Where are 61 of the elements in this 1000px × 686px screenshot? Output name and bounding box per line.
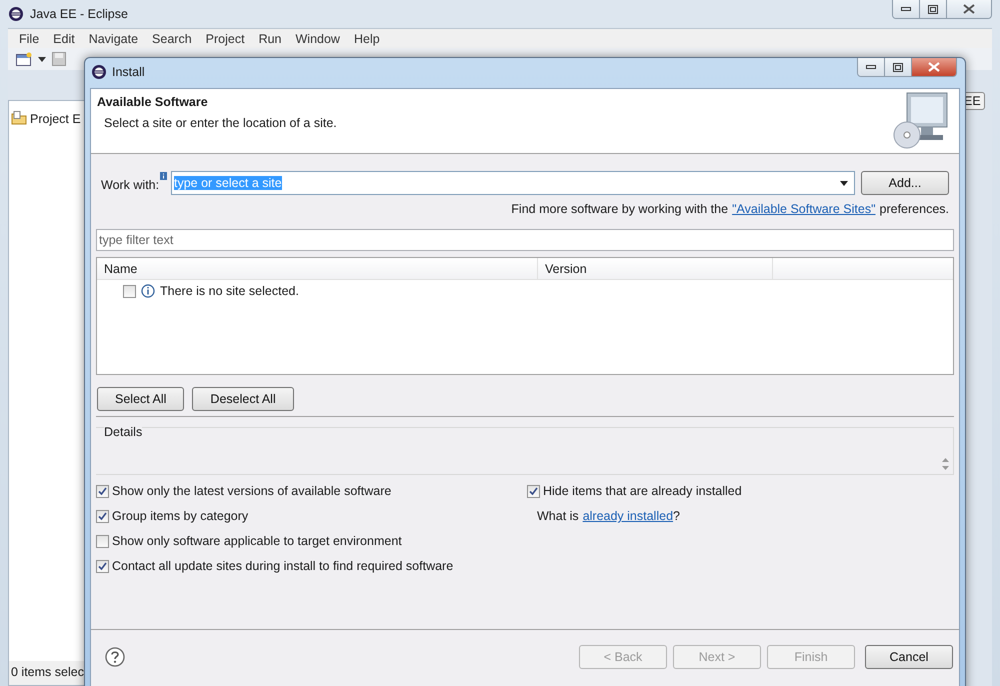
- question-mark: ?: [673, 509, 680, 523]
- info-icon: [160, 172, 168, 180]
- maximize-button[interactable]: [919, 0, 946, 18]
- checkbox-label: Show only software applicable to target environment: [112, 534, 402, 548]
- column-header[interactable]: Name: [97, 258, 538, 279]
- hint-text: Find more software by working with the: [511, 202, 728, 216]
- filter-field[interactable]: type filter text: [96, 229, 954, 251]
- checkbox-label: Contact all update sites during install to find required software: [112, 559, 454, 573]
- minimize-button[interactable]: [858, 58, 884, 76]
- dialog-subtitle: Select a site or enter the location of a site.: [103, 116, 338, 130]
- menu-item[interactable]: Search: [145, 32, 199, 46]
- hint-text: preferences.: [880, 202, 949, 216]
- info-icon: [141, 284, 155, 298]
- maximize-icon: [893, 62, 903, 72]
- field-value: type or select a site: [174, 176, 282, 190]
- select-button[interactable]: Deselect All: [192, 387, 294, 411]
- wizard-button[interactable]: Cancel: [865, 644, 953, 668]
- checkbox-label: Group items by category: [112, 509, 248, 523]
- field-label: Work with:: [101, 178, 160, 192]
- new-window-icon[interactable]: [16, 52, 32, 66]
- checkbox[interactable]: [527, 484, 540, 498]
- maximize-icon: [928, 4, 938, 14]
- close-icon: [963, 4, 975, 14]
- close-icon: [928, 62, 940, 72]
- eclipse-icon: [91, 64, 107, 80]
- checkbox[interactable]: [96, 484, 109, 498]
- installed-link[interactable]: already installed: [582, 509, 674, 523]
- menu-item[interactable]: Navigate: [82, 32, 146, 46]
- close-button[interactable]: [911, 58, 956, 76]
- minimize-button[interactable]: [893, 0, 919, 18]
- help-icon[interactable]: [105, 646, 125, 666]
- eclipse-icon: [8, 6, 24, 22]
- preferences-link[interactable]: "Available Software Sites": [732, 202, 876, 216]
- folder-icon: [11, 111, 27, 127]
- dialog-heading: Available Software: [97, 95, 209, 109]
- menu-item[interactable]: File: [12, 32, 46, 46]
- checkbox[interactable]: [96, 560, 109, 572]
- caret-icon[interactable]: [38, 56, 46, 62]
- menu-item[interactable]: Project: [198, 32, 252, 46]
- minimize-icon: [866, 65, 876, 69]
- add-button[interactable]: Add...: [861, 171, 949, 195]
- question-text: What is: [537, 509, 579, 523]
- checkbox-label: Show only the latest versions of available software: [112, 484, 392, 498]
- column-header[interactable]: Version: [538, 258, 773, 279]
- view-title[interactable]: Project E: [30, 112, 81, 126]
- window-title: Java EE - Eclipse: [30, 7, 128, 21]
- menu-item[interactable]: Edit: [46, 32, 82, 46]
- menu-item[interactable]: Help: [346, 32, 387, 46]
- checkbox[interactable]: [96, 534, 109, 548]
- checkbox[interactable]: [123, 284, 136, 298]
- dropdown-arrow-icon[interactable]: [840, 180, 848, 186]
- checkbox-label: Hide items that are already installed: [543, 484, 742, 498]
- menu-item[interactable]: Window: [288, 32, 347, 46]
- close-button[interactable]: [946, 0, 991, 18]
- table-cell: There is no site selected.: [160, 284, 299, 298]
- select-button[interactable]: Select All: [97, 387, 184, 411]
- menu-item[interactable]: Run: [252, 32, 288, 46]
- dialog-title: Install: [112, 64, 145, 78]
- minimize-icon: [901, 7, 911, 11]
- checkbox[interactable]: [96, 510, 109, 522]
- maximize-button[interactable]: [884, 58, 911, 76]
